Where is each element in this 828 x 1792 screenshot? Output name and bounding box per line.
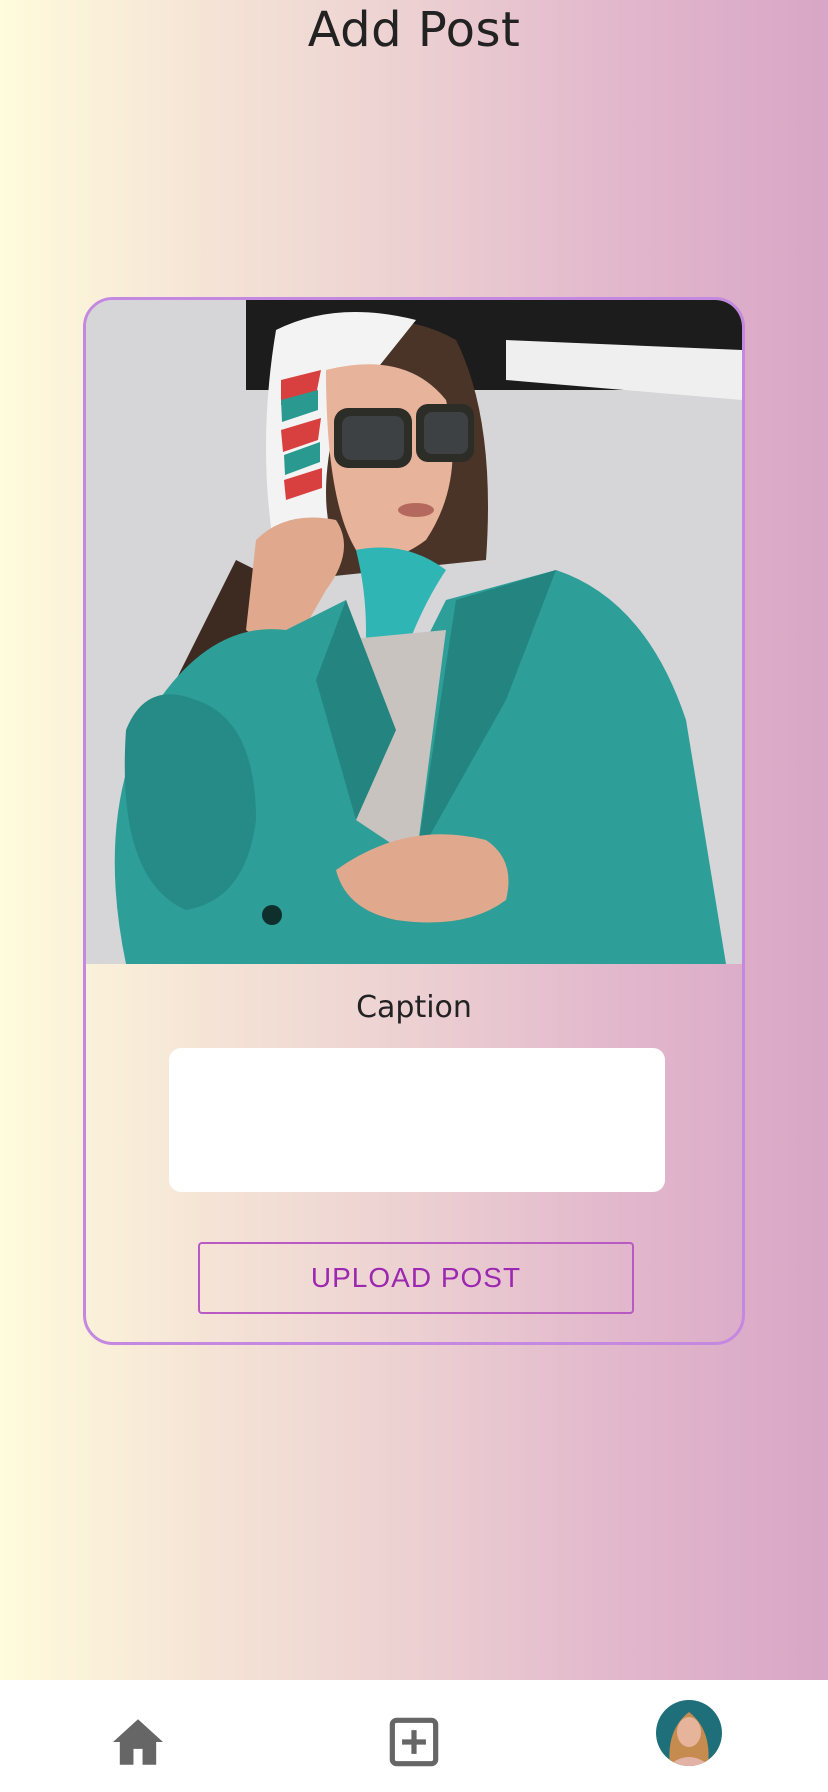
post-image-preview[interactable]: [86, 300, 742, 964]
bottom-navigation: [0, 1680, 828, 1792]
caption-label: Caption: [356, 990, 472, 1025]
profile-avatar[interactable]: [656, 1700, 722, 1766]
home-icon[interactable]: [106, 1710, 170, 1774]
add-box-icon[interactable]: [382, 1710, 446, 1774]
upload-post-button[interactable]: UPLOAD POST: [198, 1242, 634, 1314]
caption-input[interactable]: [169, 1048, 665, 1192]
post-card: Caption UPLOAD POST: [83, 297, 745, 1345]
page-title: Add Post: [307, 2, 521, 58]
